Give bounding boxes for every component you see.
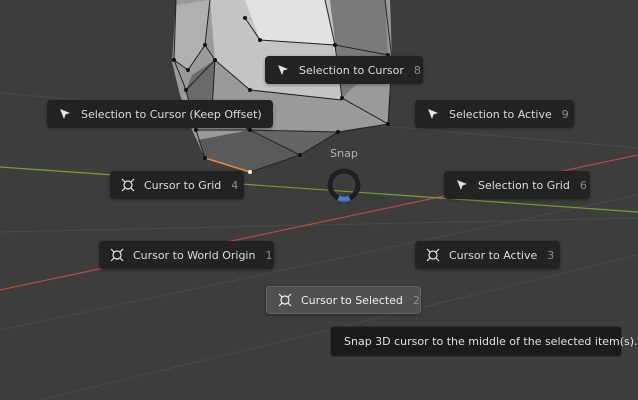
pie-item-shortcut: 4 xyxy=(231,178,239,192)
pie-item-label: Cursor to World Origin xyxy=(133,248,256,262)
3d-cursor-icon xyxy=(425,247,441,263)
3d-cursor-icon xyxy=(109,247,125,263)
pie-menu-title: Snap xyxy=(330,147,358,160)
3d-cursor-icon xyxy=(120,177,136,193)
pie-item-cursor-to-selected[interactable]: Cursor to Selected 2 xyxy=(266,286,421,314)
pie-item-selection-to-active[interactable]: Selection to Active 9 xyxy=(415,100,574,128)
pie-item-shortcut: 9 xyxy=(561,107,569,121)
pie-item-label: Cursor to Active xyxy=(449,248,538,262)
pie-item-cursor-to-world-origin[interactable]: Cursor to World Origin 1 xyxy=(99,241,274,269)
pie-item-selection-to-cursor-keep-offset[interactable]: Selection to Cursor (Keep Offset) 7 xyxy=(47,100,279,128)
pie-item-label: Selection to Cursor (Keep Offset) xyxy=(81,107,262,121)
tooltip-text: Snap 3D cursor to the middle of the sele… xyxy=(344,335,638,348)
pie-item-shortcut: 1 xyxy=(265,248,273,262)
pie-item-label: Selection to Grid xyxy=(478,178,570,192)
pie-item-label: Cursor to Selected xyxy=(301,293,403,307)
pie-direction-indicator xyxy=(327,168,361,202)
pie-item-selection-to-grid[interactable]: Selection to Grid 6 xyxy=(444,171,590,199)
pie-item-shortcut: 7 xyxy=(271,107,279,121)
pie-item-shortcut: 3 xyxy=(547,248,555,262)
pie-item-shortcut: 8 xyxy=(413,63,421,77)
arrow-cursor-icon xyxy=(454,177,470,193)
pie-item-cursor-to-grid[interactable]: Cursor to Grid 4 xyxy=(110,171,244,199)
pie-item-selection-to-cursor[interactable]: Selection to Cursor 8 xyxy=(265,56,423,84)
pie-item-label: Selection to Active xyxy=(449,107,552,121)
arrow-cursor-icon xyxy=(425,106,441,122)
arrow-cursor-icon xyxy=(275,62,291,78)
3d-cursor-icon xyxy=(277,292,293,308)
pie-item-shortcut: 2 xyxy=(412,293,420,307)
pie-item-label: Cursor to Grid xyxy=(144,178,222,192)
pie-item-label: Selection to Cursor xyxy=(299,63,404,77)
tooltip: Snap 3D cursor to the middle of the sele… xyxy=(330,326,638,357)
arrow-cursor-icon xyxy=(57,106,73,122)
pie-item-shortcut: 6 xyxy=(579,178,587,192)
pie-item-cursor-to-active[interactable]: Cursor to Active 3 xyxy=(415,241,560,269)
